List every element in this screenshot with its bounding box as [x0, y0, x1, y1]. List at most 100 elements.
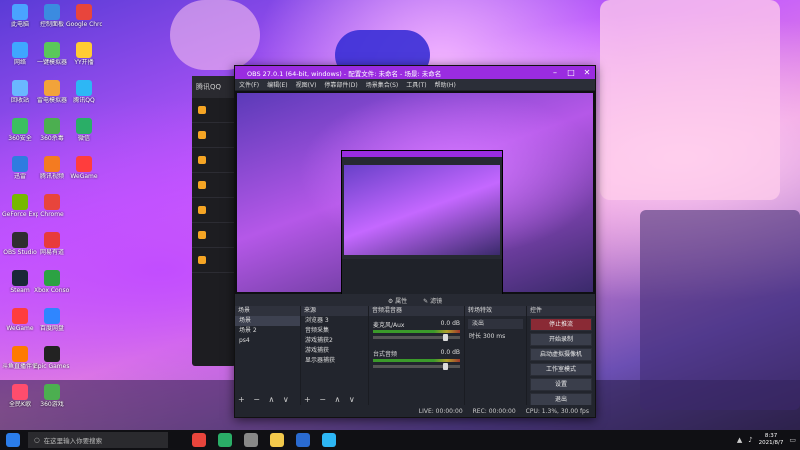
- sources-footer-buttons[interactable]: + − ∧ ∨: [301, 394, 368, 405]
- desktop-icon[interactable]: 百度网盘: [34, 308, 70, 332]
- explorer-icon[interactable]: [270, 433, 284, 447]
- menu-scene-collection[interactable]: 场景集合(S): [366, 80, 399, 89]
- slider-handle[interactable]: [443, 363, 448, 370]
- qq-row[interactable]: [192, 223, 236, 248]
- chrome-icon[interactable]: [192, 433, 206, 447]
- menu-help[interactable]: 帮助(H): [435, 80, 456, 89]
- stop-streaming-button[interactable]: 停止推流: [530, 318, 592, 331]
- scenes-footer-buttons[interactable]: + − ∧ ∨: [235, 394, 300, 405]
- nested-obs-preview: [341, 150, 503, 294]
- menu-edit[interactable]: 编辑(E): [267, 80, 287, 89]
- desktop-icon[interactable]: 腾讯QQ: [66, 80, 102, 104]
- source-label: 显示器捕获: [305, 357, 336, 364]
- desktop-icon[interactable]: Xbox Console: [34, 270, 70, 294]
- search-input[interactable]: ○ 在这里输入你要搜索: [28, 432, 168, 448]
- desktop-icon[interactable]: 微信: [66, 118, 102, 142]
- scene-item[interactable]: 场景: [235, 316, 300, 326]
- desktop-icon[interactable]: OBS Studio: [2, 232, 38, 256]
- virtual-camera-button[interactable]: 启动虚拟摄像机: [530, 348, 592, 361]
- start-recording-button[interactable]: 开始录制: [530, 333, 592, 346]
- minimize-icon[interactable]: –: [547, 68, 563, 77]
- volume-slider[interactable]: [373, 363, 460, 370]
- menu-view[interactable]: 视图(V): [296, 80, 317, 89]
- scene-item[interactable]: 场景 2: [235, 326, 300, 336]
- menu-file[interactable]: 文件(F): [239, 80, 259, 89]
- desktop-icon[interactable]: Google Chrome: [66, 4, 102, 28]
- sources-header: 来源: [301, 306, 368, 316]
- source-item[interactable]: 音频采集: [301, 326, 368, 336]
- desktop-icon[interactable]: 一键模拟器: [34, 42, 70, 66]
- desktop-icon[interactable]: 360杀毒: [34, 118, 70, 142]
- desktop-icon[interactable]: Steam: [2, 270, 38, 294]
- notification-icon[interactable]: ▭: [789, 436, 796, 444]
- desktop-icon[interactable]: 回收站: [2, 80, 38, 104]
- filters-button[interactable]: ✎ 滤镜: [423, 296, 442, 305]
- desktop-icon[interactable]: 斗鱼直播伴侣: [2, 346, 38, 370]
- desktop-icon-label: GeForce Experience: [2, 211, 38, 218]
- app-icon: [44, 156, 60, 172]
- source-item[interactable]: 游戏捕获2: [301, 336, 368, 346]
- desktop-icon[interactable]: GeForce Experience: [2, 194, 38, 218]
- source-label: 游戏捕获2: [305, 337, 333, 344]
- desktop-icon[interactable]: Epic Games Launcher: [34, 346, 70, 370]
- search-icon: ○: [34, 436, 40, 444]
- source-item[interactable]: 显示器捕获: [301, 356, 368, 366]
- desktop-icon[interactable]: 雷电模拟器: [34, 80, 70, 104]
- volume-icon[interactable]: ♪: [748, 436, 752, 444]
- preview-canvas[interactable]: [235, 91, 595, 294]
- app-icon: [12, 4, 28, 20]
- desktop-icon[interactable]: YY开播: [66, 42, 102, 66]
- app-icon: [76, 156, 92, 172]
- clock[interactable]: 8:37 2021/8/7: [759, 433, 784, 447]
- properties-button[interactable]: ⚙ 属性: [388, 296, 407, 305]
- source-item[interactable]: 游戏捕获: [301, 346, 368, 356]
- obs-icon[interactable]: [244, 433, 258, 447]
- app-icon: [12, 270, 28, 286]
- desktop-icon[interactable]: 此电脑: [2, 4, 38, 28]
- qq-row[interactable]: [192, 198, 236, 223]
- qq-row[interactable]: [192, 148, 236, 173]
- desktop-icon[interactable]: 360安全: [2, 118, 38, 142]
- duration-input[interactable]: 300 ms: [483, 333, 505, 340]
- desktop-icon[interactable]: 网络: [2, 42, 38, 66]
- qq-window[interactable]: 腾讯QQ: [192, 76, 236, 366]
- desktop-icon-label: 网易有道: [39, 249, 64, 256]
- qq-row[interactable]: [192, 98, 236, 123]
- menu-docks[interactable]: 停靠部件(D): [324, 80, 357, 89]
- obs-window[interactable]: OBS 27.0.1 (64-bit, windows) - 配置文件: 未命名…: [234, 65, 596, 418]
- windows-start-icon[interactable]: [6, 433, 20, 447]
- desktop-icon[interactable]: 腾讯视频: [34, 156, 70, 180]
- desktop-icon-label: Chrome: [40, 211, 64, 218]
- desktop-icon-label: 360游戏: [40, 401, 64, 408]
- steam-icon[interactable]: [296, 433, 310, 447]
- desktop-icon[interactable]: 控制面板: [34, 4, 70, 28]
- slider-handle[interactable]: [443, 334, 448, 341]
- window-title: OBS 27.0.1 (64-bit, windows) - 配置文件: 未命名…: [247, 69, 442, 78]
- desktop-icon[interactable]: WeGame: [2, 308, 38, 332]
- network-icon[interactable]: ▲: [737, 436, 742, 444]
- transition-select[interactable]: 淡出: [468, 319, 523, 329]
- qq-row[interactable]: [192, 248, 236, 273]
- audio-mixer-dock: 音频混音器 麦克风/Aux 0.0 dB 台式音频 0.0 dB: [369, 306, 465, 405]
- scene-item[interactable]: ps4: [235, 336, 300, 346]
- wechat-icon[interactable]: [218, 433, 232, 447]
- cpu-status: CPU: 1.3%, 30.00 fps: [525, 407, 589, 415]
- volume-slider[interactable]: [373, 334, 460, 341]
- desktop-icon-label: 控制面板: [39, 21, 64, 28]
- settings-button[interactable]: 设置: [530, 378, 592, 391]
- desktop-icon[interactable]: 360游戏: [34, 384, 70, 408]
- desktop-icon[interactable]: Chrome: [34, 194, 70, 218]
- desktop-icon[interactable]: 全民K歌: [2, 384, 38, 408]
- qq-icon[interactable]: [322, 433, 336, 447]
- qq-row[interactable]: [192, 123, 236, 148]
- desktop-icon[interactable]: WeGame: [66, 156, 102, 180]
- qq-row[interactable]: [192, 173, 236, 198]
- desktop-icon[interactable]: 网易有道: [34, 232, 70, 256]
- studio-mode-button[interactable]: 工作室模式: [530, 363, 592, 376]
- close-icon[interactable]: ✕: [579, 68, 595, 77]
- source-item[interactable]: 浏览器 3: [301, 316, 368, 326]
- maximize-icon[interactable]: □: [563, 68, 579, 77]
- menu-tools[interactable]: 工具(T): [406, 80, 426, 89]
- obs-titlebar[interactable]: OBS 27.0.1 (64-bit, windows) - 配置文件: 未命名…: [235, 66, 595, 79]
- desktop-icon[interactable]: 迅雷: [2, 156, 38, 180]
